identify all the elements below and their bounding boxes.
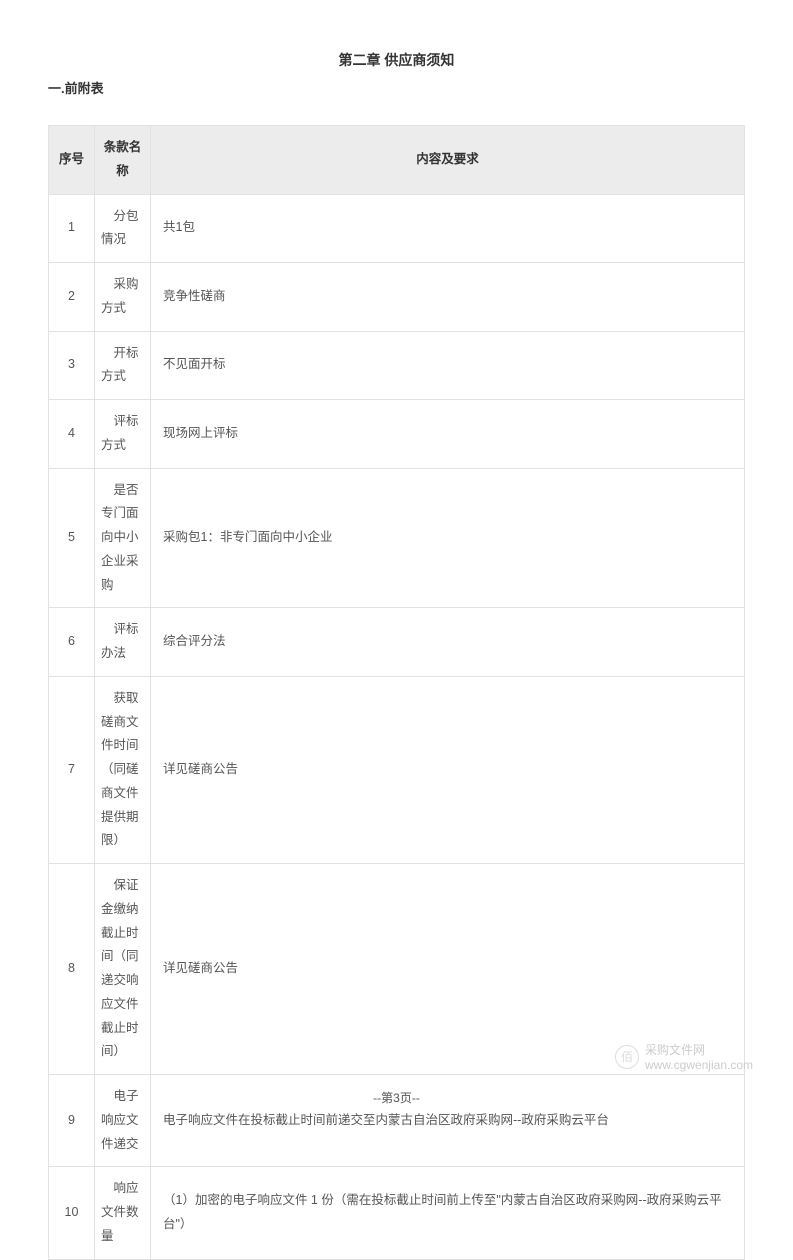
page-footer: --第3页-- (0, 1089, 793, 1106)
cell-name: 是否专门面向中小企业采购 (95, 468, 151, 608)
table-row: 3 开标方式 不见面开标 (49, 331, 745, 400)
cell-name: 开标方式 (95, 331, 151, 400)
cell-content: 采购包1：非专门面向中小企业 (151, 468, 745, 608)
cell-content: （1）加密的电子响应文件 1 份（需在投标截止时间前上传至"内蒙古自治区政府采购… (151, 1167, 745, 1259)
table-row: 1 分包情况 共1包 (49, 194, 745, 263)
cell-num: 8 (49, 864, 95, 1075)
chapter-title: 第二章 供应商须知 (48, 50, 745, 70)
cell-content: 现场网上评标 (151, 400, 745, 469)
cell-name: 评标方式 (95, 400, 151, 469)
table-row: 5 是否专门面向中小企业采购 采购包1：非专门面向中小企业 (49, 468, 745, 608)
header-name: 条款名称 (95, 126, 151, 195)
cell-num: 10 (49, 1167, 95, 1259)
header-content: 内容及要求 (151, 126, 745, 195)
watermark-text: 采购文件网 (645, 1043, 705, 1057)
cell-num: 3 (49, 331, 95, 400)
cell-num: 5 (49, 468, 95, 608)
cell-name: 采购方式 (95, 263, 151, 332)
section-title: 一.前附表 (48, 78, 745, 97)
cell-content: 竞争性磋商 (151, 263, 745, 332)
header-num: 序号 (49, 126, 95, 195)
table-row: 10 响应文件数量 （1）加密的电子响应文件 1 份（需在投标截止时间前上传至"… (49, 1167, 745, 1259)
watermark: 佰 采购文件网 www.cgwenjian.com (615, 1041, 753, 1072)
cell-content: 共1包 (151, 194, 745, 263)
cell-content: 综合评分法 (151, 608, 745, 677)
cell-num: 1 (49, 194, 95, 263)
watermark-logo-icon: 佰 (615, 1045, 639, 1069)
cell-content: 不见面开标 (151, 331, 745, 400)
cell-num: 4 (49, 400, 95, 469)
cell-content: 详见磋商公告 (151, 676, 745, 863)
table-row: 7 获取磋商文件时间（同磋商文件提供期限） 详见磋商公告 (49, 676, 745, 863)
cell-name: 响应文件数量 (95, 1167, 151, 1259)
table-row: 2 采购方式 竞争性磋商 (49, 263, 745, 332)
watermark-url: www.cgwenjian.com (645, 1058, 753, 1072)
cell-num: 6 (49, 608, 95, 677)
cell-num: 7 (49, 676, 95, 863)
table-header-row: 序号 条款名称 内容及要求 (49, 126, 745, 195)
cell-name: 保证金缴纳截止时间（同递交响应文件截止时间） (95, 864, 151, 1075)
cell-name: 评标办法 (95, 608, 151, 677)
cell-num: 2 (49, 263, 95, 332)
cell-name: 获取磋商文件时间（同磋商文件提供期限） (95, 676, 151, 863)
table-row: 4 评标方式 现场网上评标 (49, 400, 745, 469)
cell-name: 分包情况 (95, 194, 151, 263)
table-row: 6 评标办法 综合评分法 (49, 608, 745, 677)
